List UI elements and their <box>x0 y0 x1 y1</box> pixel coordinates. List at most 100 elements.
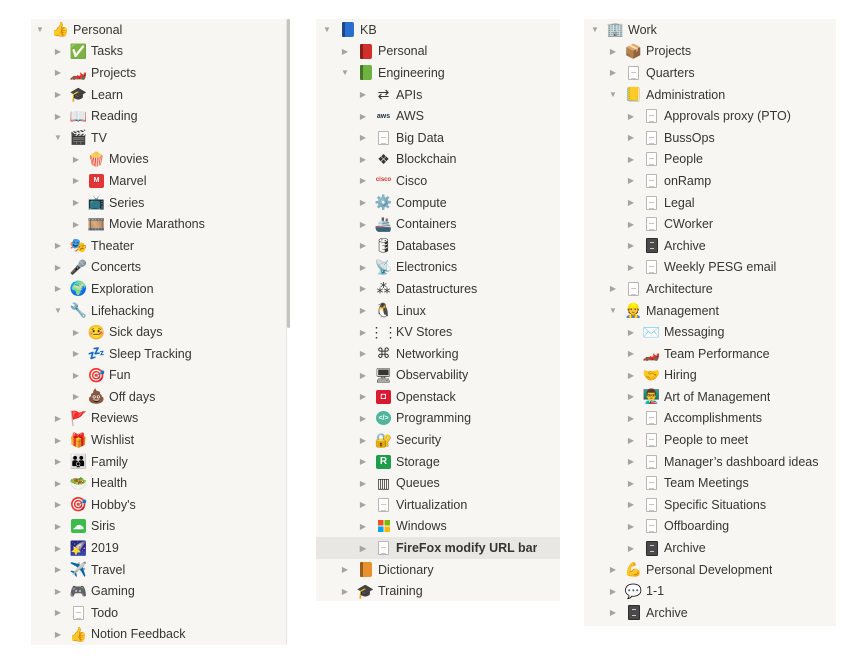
triangle-right-icon[interactable]: ▶ <box>625 176 637 185</box>
tree-item[interactable]: ▶ 💩 Off days <box>31 386 287 408</box>
windows-logo-icon[interactable] <box>375 518 392 535</box>
tree-item[interactable]: ▶ Virtualization <box>316 494 560 516</box>
triangle-down-icon[interactable]: ▼ <box>34 25 46 34</box>
api-arrows-icon[interactable]: ⇄ <box>375 86 392 103</box>
direct-hit-icon[interactable]: 🎯 <box>70 496 87 513</box>
triangle-right-icon[interactable]: ▶ <box>52 608 64 617</box>
tree-item[interactable]: ▶ Offboarding <box>584 516 836 538</box>
triangle-right-icon[interactable]: ▶ <box>357 306 369 315</box>
triangle-right-icon[interactable]: ▶ <box>357 457 369 466</box>
storage-icon[interactable]: R <box>375 453 392 470</box>
page-icon[interactable] <box>70 604 87 621</box>
triangle-right-icon[interactable]: ▶ <box>52 457 64 466</box>
page-icon[interactable] <box>643 475 660 492</box>
star-picture-icon[interactable]: 🌠 <box>70 540 87 557</box>
tree-item[interactable]: ▶ 🎤 Concerts <box>31 257 287 279</box>
face-with-thermometer-icon[interactable]: 🤒 <box>88 324 105 341</box>
satellite-dish-icon[interactable]: 📡 <box>375 259 392 276</box>
triangle-right-icon[interactable]: ▶ <box>339 587 351 596</box>
blockchain-logo-icon[interactable]: ❖ <box>375 151 392 168</box>
tree-item[interactable]: ▶ </> Programming <box>316 408 560 430</box>
page-icon[interactable] <box>643 216 660 233</box>
triangle-right-icon[interactable]: ▶ <box>625 371 637 380</box>
triangle-right-icon[interactable]: ▶ <box>607 47 619 56</box>
tree-item[interactable]: ▶ 🚢 Containers <box>316 213 560 235</box>
scrollbar-thumb[interactable] <box>287 19 290 328</box>
triangle-right-icon[interactable]: ▶ <box>357 371 369 380</box>
triangle-right-icon[interactable]: ▶ <box>357 544 369 553</box>
salad-icon[interactable]: 🥗 <box>70 475 87 492</box>
triangle-right-icon[interactable]: ▶ <box>70 220 82 229</box>
thumbs-up-icon[interactable]: 👍 <box>70 626 87 643</box>
triangle-right-icon[interactable]: ▶ <box>357 176 369 185</box>
queue-icon[interactable]: ▥ <box>375 475 392 492</box>
tree-item[interactable]: ▶ 🎓 Learn <box>31 84 287 106</box>
tree-item[interactable]: ▶ 👍 Notion Feedback <box>31 624 287 645</box>
film-reel-box-icon[interactable]: 🎞️ <box>88 216 105 233</box>
page-icon[interactable] <box>643 259 660 276</box>
triangle-right-icon[interactable]: ▶ <box>357 220 369 229</box>
triangle-right-icon[interactable]: ▶ <box>52 522 64 531</box>
pile-of-poo-icon[interactable]: 💩 <box>88 388 105 405</box>
ship-icon[interactable]: 🚢 <box>375 216 392 233</box>
tree-item[interactable]: ▶ Specific Situations <box>584 494 836 516</box>
office-building-icon[interactable]: 🏢 <box>607 21 624 38</box>
game-controller-icon[interactable]: 🎮 <box>70 583 87 600</box>
tree-item[interactable]: ▶ 🎭 Theater <box>31 235 287 257</box>
tree-item[interactable]: ▶ Architecture <box>584 278 836 300</box>
tree-item[interactable]: ▶ 🍿 Movies <box>31 149 287 171</box>
triangle-right-icon[interactable]: ▶ <box>625 414 637 423</box>
triangle-right-icon[interactable]: ▶ <box>52 112 64 121</box>
tree-item[interactable]: ▶ 🐧 Linux <box>316 300 560 322</box>
tree-item[interactable]: ▶ 🎓 Training <box>316 580 560 601</box>
triangle-right-icon[interactable]: ▶ <box>625 479 637 488</box>
triangle-right-icon[interactable]: ▶ <box>52 479 64 488</box>
tree-item[interactable]: ▶ Legal <box>584 192 836 214</box>
triangle-right-icon[interactable]: ▶ <box>625 155 637 164</box>
triangle-right-icon[interactable]: ▶ <box>625 522 637 531</box>
triangle-right-icon[interactable]: ▶ <box>625 500 637 509</box>
siri-cloud-icon[interactable]: ☁ <box>70 518 87 535</box>
triangle-right-icon[interactable]: ▶ <box>357 414 369 423</box>
triangle-right-icon[interactable]: ▶ <box>70 392 82 401</box>
page-icon[interactable] <box>625 280 642 297</box>
penguin-icon[interactable]: 🐧 <box>375 302 392 319</box>
tree-item[interactable]: ▶ 🤝 Hiring <box>584 365 836 387</box>
triangular-flag-icon[interactable]: 🚩 <box>70 410 87 427</box>
tree-item[interactable]: ▶ 🛢 Databases <box>316 235 560 257</box>
page-icon[interactable] <box>643 129 660 146</box>
cisco-logo-icon[interactable]: cisco <box>375 172 392 189</box>
tree-item[interactable]: ▶ 🎞️ Movie Marathons <box>31 213 287 235</box>
tree-item[interactable]: ▶ 🌍 Exploration <box>31 278 287 300</box>
tree-item[interactable]: ▼ 👍 Personal <box>31 19 287 41</box>
tree-item[interactable]: ▶ 🎮 Gaming <box>31 580 287 602</box>
triangle-right-icon[interactable]: ▶ <box>607 565 619 574</box>
aws-logo-icon[interactable]: aws <box>375 108 392 125</box>
tree-item[interactable]: ▶ ⇄ APIs <box>316 84 560 106</box>
blue-book-icon[interactable] <box>339 21 356 38</box>
tree-item[interactable]: ▼ 📒 Administration <box>584 84 836 106</box>
tree-item[interactable]: ▶ cisco Cisco <box>316 170 560 192</box>
tree-item[interactable]: ▶ 🎁 Wishlist <box>31 429 287 451</box>
tree-item[interactable]: ▶ 📖 Reading <box>31 105 287 127</box>
tree-item[interactable]: ▼ 🏢 Work <box>584 19 836 41</box>
tree-item[interactable]: ▶ 💪 Personal Development <box>584 559 836 581</box>
thumbs-up-icon[interactable]: 👍 <box>52 21 69 38</box>
tree-item[interactable]: ▶ Personal <box>316 41 560 63</box>
tree-item[interactable]: ▶ Accomplishments <box>584 408 836 430</box>
locked-with-key-icon[interactable]: 🔐 <box>375 432 392 449</box>
tree-item[interactable]: ▶ 🖥 Observability <box>316 365 560 387</box>
database-icon[interactable]: 🛢 <box>375 237 393 254</box>
page-icon[interactable] <box>643 194 660 211</box>
tree-item[interactable]: ▶ ✉️ Messaging <box>584 321 836 343</box>
tree-item[interactable]: ▶ Archive <box>584 235 836 257</box>
racing-car-icon[interactable]: 🏎️ <box>70 64 87 81</box>
triangle-right-icon[interactable]: ▶ <box>52 630 64 639</box>
tree-item[interactable]: ▶ Approvals proxy (PTO) <box>584 105 836 127</box>
triangle-right-icon[interactable]: ▶ <box>625 392 637 401</box>
tree-item[interactable]: ▶ Quarters <box>584 62 836 84</box>
tree-item[interactable]: ▶ onRamp <box>584 170 836 192</box>
triangle-right-icon[interactable]: ▶ <box>607 587 619 596</box>
tree-item[interactable]: ▶ CWorker <box>584 213 836 235</box>
triangle-right-icon[interactable]: ▶ <box>625 457 637 466</box>
